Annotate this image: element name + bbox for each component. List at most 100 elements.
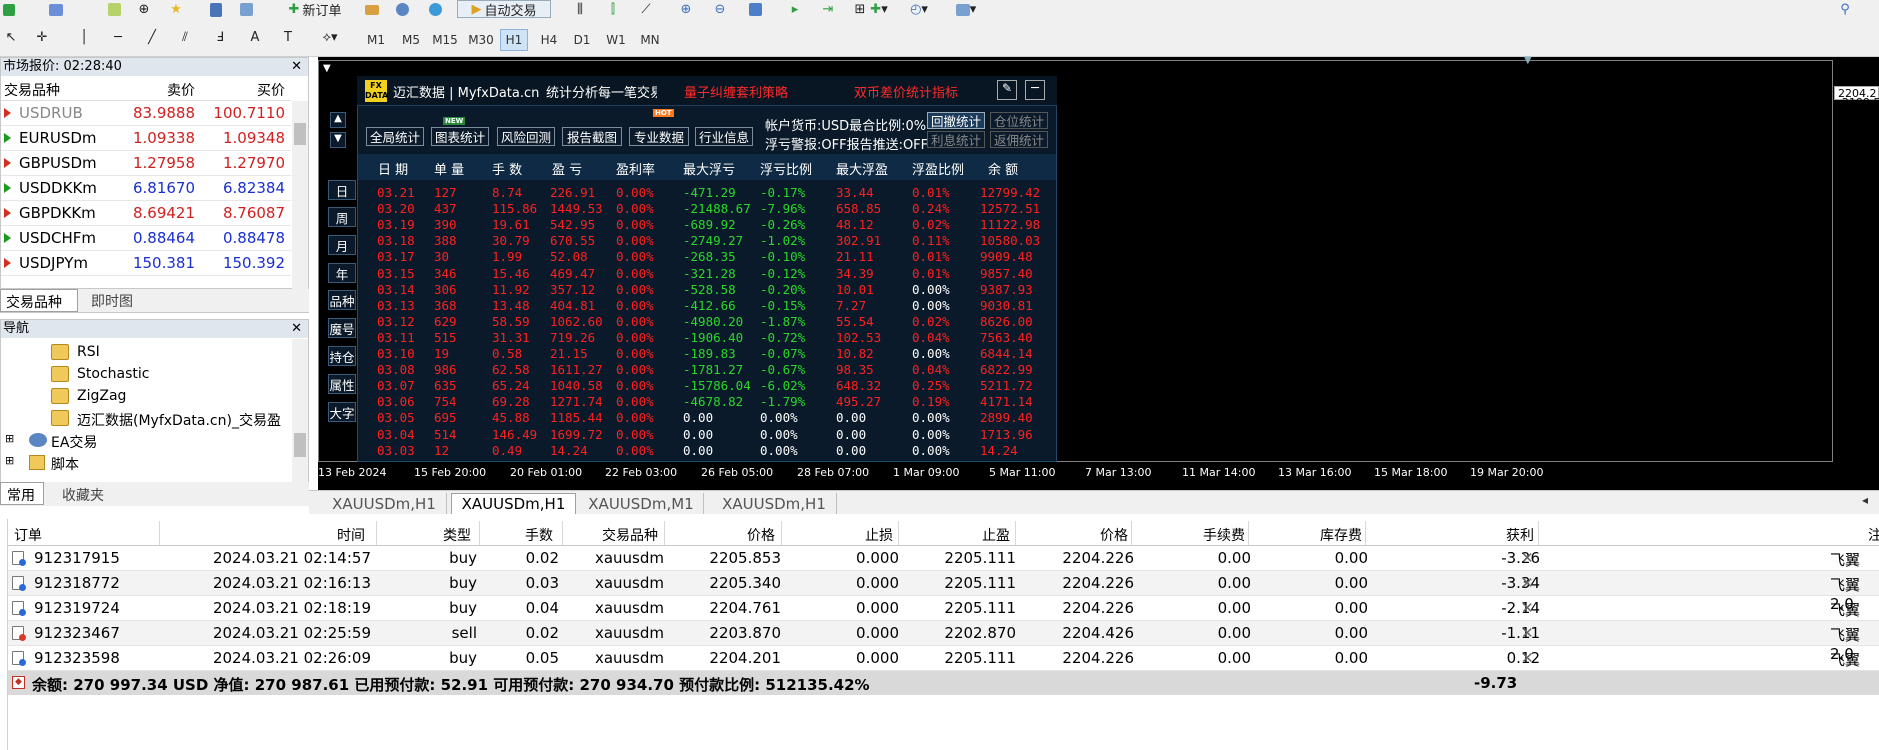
stats-row[interactable]: 03.08 986 62.58 1611.27 0.00% -1781.27 -0.67% 9… [0, 362, 1057, 378]
stats-row[interactable]: 03.14 306 11.92 357.12 0.00% -528.58 -0.20% 10.… [0, 282, 1057, 298]
order-row[interactable]: 912318772 2024.03.21 02:16:13 buy 0.03 xauus… [8, 571, 1879, 613]
close-order-icon[interactable]: ✕ [1521, 549, 1534, 567]
order-row[interactable]: 912323598 2024.03.21 02:26:09 buy 0.05 xauus… [8, 646, 1879, 688]
new-order-button[interactable]: ✚ 新订单 [275, 0, 355, 19]
order-row[interactable]: 912319724 2024.03.21 02:18:19 buy 0.04 xauus… [8, 596, 1879, 638]
stats-row[interactable]: 03.17 30 1.99 52.08 0.00% -268.35 -0.10% 21.11 0… [0, 249, 1057, 265]
text-icon[interactable]: A [245, 27, 265, 47]
stats-row[interactable]: 03.19 390 19.61 542.95 0.00% -689.92 -0.26% 48.… [0, 217, 1057, 233]
column-divider[interactable] [1365, 521, 1366, 545]
close-order-icon[interactable]: ✕ [1521, 649, 1534, 667]
stats-right-button[interactable]: 返佣统计 [990, 131, 1048, 148]
column-divider[interactable] [898, 521, 899, 545]
timeframe-d1[interactable]: D1 [568, 29, 596, 51]
fibonacci-icon[interactable]: Ⅎ [210, 27, 230, 47]
stats-button[interactable]: 专业数据 [629, 127, 689, 146]
market-watch-row[interactable]: GBPUSDm 1.27958 1.27970 [1, 151, 291, 176]
chart-icon[interactable] [104, 1, 124, 18]
scroll-left-icon[interactable]: ◂ [1862, 493, 1868, 507]
orders-column-header[interactable]: 价格 [747, 525, 775, 545]
stats-row[interactable]: 03.04 514 146.49 1699.72 0.00% 0.00 0.00% 0.00 0… [0, 427, 1057, 443]
shapes-icon[interactable]: ⟡▾ [310, 27, 350, 47]
orders-column-header[interactable]: 手续费 [1203, 525, 1245, 545]
column-divider[interactable] [479, 521, 480, 545]
orders-column-header[interactable]: 注 [1868, 525, 1879, 545]
col-bid[interactable]: 卖价 [167, 80, 195, 100]
horizontal-line-icon[interactable]: ─ [108, 27, 128, 47]
chart-shift-marker[interactable]: ▼ [1524, 55, 1532, 66]
clock-icon[interactable]: ◴ ▾ [902, 1, 936, 18]
column-divider[interactable] [1538, 521, 1539, 545]
stats-row[interactable]: 03.06 754 69.28 1271.74 0.00% -4678.82 -1.79% 4… [0, 394, 1057, 410]
column-divider[interactable] [562, 521, 563, 545]
tab-favorites[interactable]: 收藏夹 [56, 485, 110, 505]
chart-tab[interactable]: XAUUSDm,H1 [322, 493, 447, 514]
indicator-link[interactable]: 双币差价统计指标 [854, 82, 958, 101]
timeframe-w1[interactable]: W1 [602, 29, 630, 51]
column-divider[interactable] [159, 521, 160, 545]
timeframe-h4[interactable]: H4 [535, 29, 563, 51]
stats-row[interactable]: 03.13 368 13.48 404.81 0.00% -412.66 -0.15% 7.2… [0, 298, 1057, 314]
stats-row[interactable]: 03.20 437 115.86 1449.53 0.00% -21488.67 -7.96… [0, 201, 1057, 217]
zoom-out-icon[interactable]: ⊖ [710, 1, 730, 18]
chart-tab[interactable]: XAUUSDm,M1 [579, 493, 704, 514]
timeframe-m15[interactable]: M15 [431, 29, 459, 51]
order-row[interactable]: 912317915 2024.03.21 02:14:57 buy 0.02 xauus… [8, 546, 1879, 588]
timeframe-h1[interactable]: H1 [500, 29, 528, 51]
stats-row[interactable]: 03.15 346 15.46 469.47 0.00% -321.28 -0.12% 34.… [0, 266, 1057, 282]
timeframe-m30[interactable]: M30 [467, 29, 495, 51]
chart-tab[interactable]: XAUUSDm,H1 [712, 493, 837, 514]
scroll-up-icon[interactable]: ▲ [330, 112, 346, 128]
column-divider[interactable] [781, 521, 782, 545]
plus-icon[interactable] [0, 1, 18, 18]
window-icon[interactable] [206, 1, 226, 18]
stats-row[interactable]: 03.21 127 8.74 226.91 0.00% -471.29 -0.17% 33.4… [0, 185, 1057, 201]
stats-row[interactable]: 03.05 695 45.88 1185.44 0.00% 0.00 0.00% 0.00 0.… [0, 410, 1057, 426]
tester-icon[interactable] [236, 1, 256, 18]
orders-column-header[interactable]: 止损 [865, 525, 893, 545]
close-icon[interactable]: ✕ [291, 58, 302, 76]
orders-column-header[interactable]: 手数 [525, 525, 553, 545]
orders-column-header[interactable]: 价格 [1100, 525, 1128, 545]
orders-column-header[interactable]: 交易品种 [602, 525, 658, 545]
vertical-line-icon[interactable]: │ [74, 27, 94, 47]
timeframe-m5[interactable]: M5 [397, 29, 425, 51]
chart-shift-icon[interactable]: ⇥ [818, 1, 838, 18]
column-divider[interactable] [376, 521, 377, 545]
orders-column-header[interactable]: 获利 [1506, 525, 1534, 545]
stats-right-button[interactable]: 回撤统计 [927, 112, 985, 129]
column-divider[interactable] [1248, 521, 1249, 545]
orders-column-header[interactable]: 库存费 [1320, 525, 1362, 545]
col-ask[interactable]: 买价 [257, 80, 285, 100]
column-divider[interactable] [1131, 521, 1132, 545]
stats-row[interactable]: 03.18 388 30.79 670.55 0.00% -2749.27 -1.02% 30… [0, 233, 1057, 249]
market-watch-row[interactable]: EURUSDm 1.09338 1.09348 [1, 126, 291, 151]
close-order-icon[interactable]: ✕ [1521, 624, 1534, 642]
profiles-icon[interactable] [44, 1, 68, 18]
stats-row[interactable]: 03.11 515 31.31 719.26 0.00% -1906.40 -0.72% 10… [0, 330, 1057, 346]
zoom-in-icon[interactable]: ⊕ [676, 1, 696, 18]
orders-column-header[interactable]: 订单 [14, 525, 42, 545]
tab-common[interactable]: 常用 [0, 482, 44, 505]
stats-row[interactable]: 03.03 12 0.49 14.24 0.00% 0.00 0.00% 0.00 0.00% 1… [0, 443, 1057, 459]
order-row[interactable]: 912323467 2024.03.21 02:25:59 sell 0.02 xauu… [8, 621, 1879, 663]
market-watch-row[interactable]: USDRUB 83.9888 100.7110 [1, 101, 291, 126]
stats-button[interactable]: 图表统计 [431, 127, 489, 146]
stats-button[interactable]: 报告截图 [562, 127, 622, 146]
timeframe-mn[interactable]: MN [636, 29, 664, 51]
tile-icon[interactable] [745, 1, 765, 18]
close-order-icon[interactable]: ✕ [1521, 599, 1534, 617]
strategy-link[interactable]: 量子纠缠套利策略 [684, 82, 788, 101]
stats-right-button[interactable]: 仓位统计 [990, 112, 1048, 129]
stats-button[interactable]: 行业信息 [695, 127, 753, 146]
stats-right-button[interactable]: 利息统计 [927, 131, 985, 148]
column-divider[interactable] [1015, 521, 1016, 545]
col-symbol[interactable]: 交易品种 [4, 80, 60, 100]
templates-icon[interactable]: ▾ [948, 1, 984, 18]
chart-menu-icon[interactable]: ▼ [323, 63, 331, 74]
label-icon[interactable]: T [278, 27, 298, 47]
stats-button[interactable]: 风险回测 [497, 127, 555, 146]
crosshair-tool-icon[interactable]: ✛ [32, 27, 52, 47]
minimize-icon[interactable]: ─ [1025, 80, 1045, 100]
orders-column-header[interactable]: 类型 [443, 525, 471, 545]
